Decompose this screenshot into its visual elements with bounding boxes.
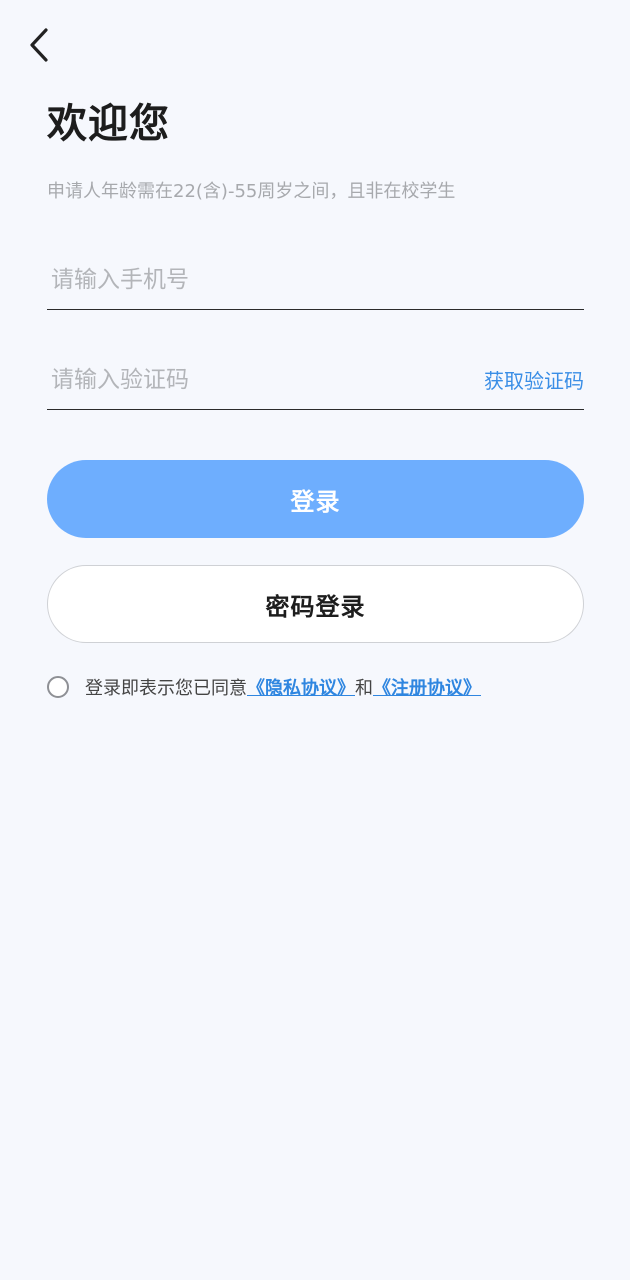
agreement-checkbox[interactable] — [47, 676, 69, 698]
back-button[interactable] — [18, 24, 60, 66]
page-title: 欢迎您 — [47, 101, 170, 147]
verification-code-field: 获取验证码 — [47, 350, 584, 410]
login-button[interactable]: 登录 — [47, 460, 584, 538]
get-code-button[interactable]: 获取验证码 — [484, 365, 584, 394]
phone-field — [47, 250, 584, 310]
login-screen: 欢迎您 申请人年龄需在22(含)-55周岁之间，且非在校学生 获取验证码 登录 … — [0, 0, 630, 1280]
privacy-policy-link[interactable]: 《隐私协议》 — [247, 674, 355, 700]
chevron-left-icon — [30, 28, 48, 62]
phone-input[interactable] — [47, 259, 584, 300]
eligibility-notice: 申请人年龄需在22(含)-55周岁之间，且非在校学生 — [47, 181, 456, 202]
registration-agreement-link[interactable]: 《注册协议》 — [373, 674, 481, 700]
agreement-prefix: 登录即表示您已同意 — [85, 678, 247, 699]
password-login-button[interactable]: 密码登录 — [47, 565, 584, 643]
agreement-connector: 和 — [355, 678, 373, 699]
verification-code-input[interactable] — [47, 359, 484, 400]
agreement-row: 登录即表示您已同意 《隐私协议》 和 《注册协议》 — [47, 672, 481, 702]
